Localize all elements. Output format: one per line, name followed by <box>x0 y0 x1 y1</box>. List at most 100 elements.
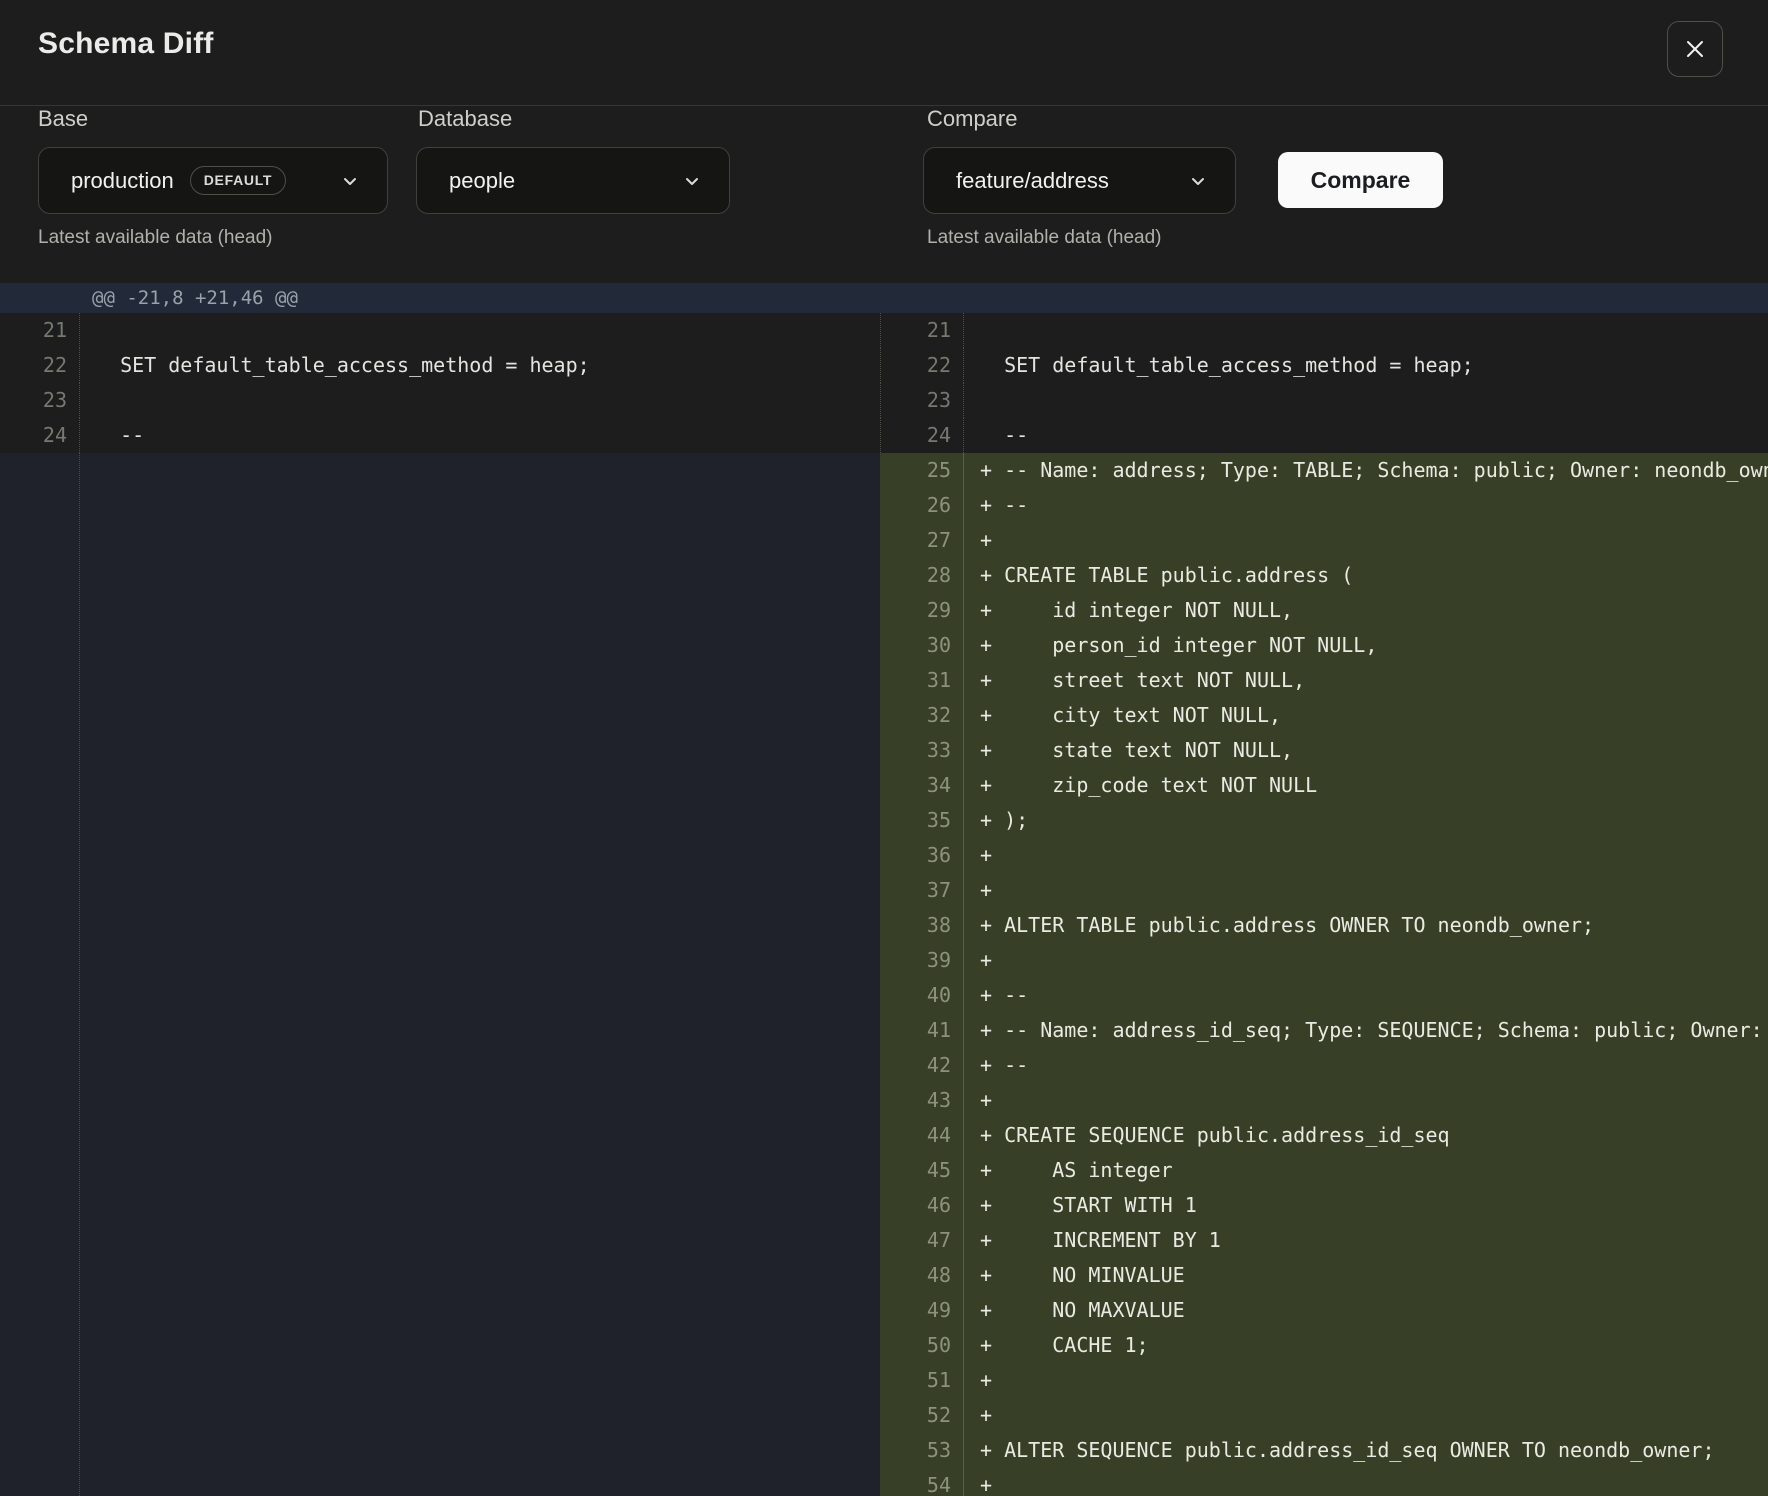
line-code: + <box>964 873 1768 908</box>
line-number: 36 <box>880 838 964 873</box>
line-code: + <box>964 1398 1768 1433</box>
compare-caption: Latest available data (head) <box>927 227 1162 249</box>
diff-line-added: 30+ person_id integer NOT NULL, <box>880 628 1768 663</box>
chevron-down-icon <box>341 172 359 190</box>
diff-line-added: 49+ NO MAXVALUE <box>880 1293 1768 1328</box>
diff-line-added: 27+ <box>880 523 1768 558</box>
diff-line-added: 50+ CACHE 1; <box>880 1328 1768 1363</box>
line-number: 35 <box>880 803 964 838</box>
line-number: 42 <box>880 1048 964 1083</box>
line-number: 23 <box>880 383 964 418</box>
diff-line-added: 48+ NO MINVALUE <box>880 1258 1768 1293</box>
line-number: 25 <box>880 453 964 488</box>
line-code: + -- Name: address_id_seq; Type: SEQUENC… <box>964 1013 1768 1048</box>
line-code: + CREATE TABLE public.address ( <box>964 558 1768 593</box>
chevron-down-icon <box>683 172 701 190</box>
page-title: Schema Diff <box>38 27 214 61</box>
line-number: 21 <box>0 313 80 348</box>
line-number: 52 <box>880 1398 964 1433</box>
close-button[interactable] <box>1667 21 1723 77</box>
empty-filler <box>0 453 880 1496</box>
diff-pane-compare: 21 22 SET default_table_access_method = … <box>880 313 1768 1496</box>
line-code: + id integer NOT NULL, <box>964 593 1768 628</box>
line-code: + START WITH 1 <box>964 1188 1768 1223</box>
diff-line-added: 40+ -- <box>880 978 1768 1013</box>
diff-line-added: 31+ street text NOT NULL, <box>880 663 1768 698</box>
line-code: + -- <box>964 488 1768 523</box>
line-number: 43 <box>880 1083 964 1118</box>
line-code: + INCREMENT BY 1 <box>964 1223 1768 1258</box>
line-code: + <box>964 1363 1768 1398</box>
database-select[interactable]: people <box>416 147 730 214</box>
line-number: 47 <box>880 1223 964 1258</box>
diff-line-added: 25+ -- Name: address; Type: TABLE; Schem… <box>880 453 1768 488</box>
compare-button[interactable]: Compare <box>1278 152 1443 208</box>
diff-line-context: 22 SET default_table_access_method = hea… <box>880 348 1768 383</box>
hunk-header: @@ -21,8 +21,46 @@ <box>0 283 1768 313</box>
line-code: + CREATE SEQUENCE public.address_id_seq <box>964 1118 1768 1153</box>
line-number: 37 <box>880 873 964 908</box>
filler-gutter <box>0 453 80 1496</box>
diff-line-added: 53+ ALTER SEQUENCE public.address_id_seq… <box>880 1433 1768 1468</box>
diff-line-added: 32+ city text NOT NULL, <box>880 698 1768 733</box>
diff-line-added: 47+ INCREMENT BY 1 <box>880 1223 1768 1258</box>
chevron-down-icon <box>1189 172 1207 190</box>
diff-line-added: 34+ zip_code text NOT NULL <box>880 768 1768 803</box>
base-label: Base <box>38 106 88 132</box>
line-number: 40 <box>880 978 964 1013</box>
diff-viewer[interactable]: 21 22 SET default_table_access_method = … <box>0 313 1768 1496</box>
line-code: + city text NOT NULL, <box>964 698 1768 733</box>
line-number: 54 <box>880 1468 964 1496</box>
diff-line-context: 23 <box>0 383 880 418</box>
line-number: 21 <box>880 313 964 348</box>
diff-line-context: 21 <box>0 313 880 348</box>
line-number: 26 <box>880 488 964 523</box>
line-code <box>80 313 880 348</box>
diff-line-added: 36+ <box>880 838 1768 873</box>
line-code: + state text NOT NULL, <box>964 733 1768 768</box>
line-code: + ALTER TABLE public.address OWNER TO ne… <box>964 908 1768 943</box>
diff-line-added: 44+ CREATE SEQUENCE public.address_id_se… <box>880 1118 1768 1153</box>
diff-line-context: 23 <box>880 383 1768 418</box>
diff-line-added: 46+ START WITH 1 <box>880 1188 1768 1223</box>
line-number: 24 <box>880 418 964 453</box>
line-number: 50 <box>880 1328 964 1363</box>
compare-label: Compare <box>927 106 1017 132</box>
line-number: 39 <box>880 943 964 978</box>
line-code: + NO MINVALUE <box>964 1258 1768 1293</box>
line-code: + -- <box>964 978 1768 1013</box>
diff-line-context: 24 -- <box>880 418 1768 453</box>
line-code: + street text NOT NULL, <box>964 663 1768 698</box>
line-number: 23 <box>0 383 80 418</box>
diff-line-added: 51+ <box>880 1363 1768 1398</box>
line-code: + person_id integer NOT NULL, <box>964 628 1768 663</box>
base-branch-select[interactable]: production DEFAULT <box>38 147 388 214</box>
line-number: 27 <box>880 523 964 558</box>
diff-line-added: 42+ -- <box>880 1048 1768 1083</box>
default-badge: DEFAULT <box>190 166 286 195</box>
base-branch-value: production <box>71 168 174 194</box>
line-code: + NO MAXVALUE <box>964 1293 1768 1328</box>
diff-line-added: 43+ <box>880 1083 1768 1118</box>
diff-line-context: 24 -- <box>0 418 880 453</box>
line-number: 38 <box>880 908 964 943</box>
database-label: Database <box>418 106 512 132</box>
line-code: + CACHE 1; <box>964 1328 1768 1363</box>
line-code: -- <box>964 418 1768 453</box>
compare-branch-select[interactable]: feature/address <box>923 147 1236 214</box>
diff-line-added: 45+ AS integer <box>880 1153 1768 1188</box>
line-number: 28 <box>880 558 964 593</box>
diff-line-added: 37+ <box>880 873 1768 908</box>
line-number: 30 <box>880 628 964 663</box>
line-number: 45 <box>880 1153 964 1188</box>
line-number: 31 <box>880 663 964 698</box>
line-code: + <box>964 1083 1768 1118</box>
diff-line-context: 21 <box>880 313 1768 348</box>
line-number: 29 <box>880 593 964 628</box>
database-value: people <box>449 168 515 194</box>
line-number: 49 <box>880 1293 964 1328</box>
line-code: + <box>964 1468 1768 1496</box>
line-number: 46 <box>880 1188 964 1223</box>
diff-line-added: 28+ CREATE TABLE public.address ( <box>880 558 1768 593</box>
line-number: 41 <box>880 1013 964 1048</box>
